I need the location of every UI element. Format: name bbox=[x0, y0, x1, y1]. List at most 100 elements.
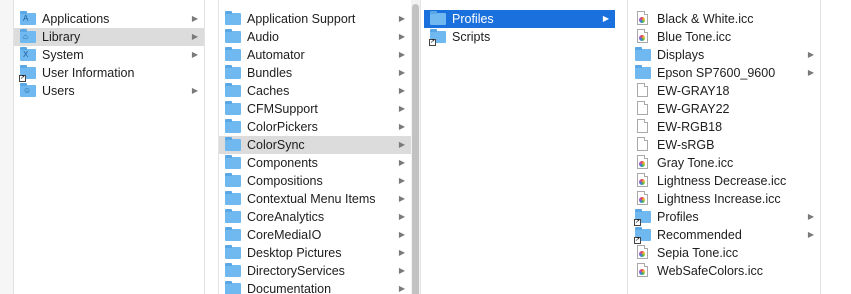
item-label: Sepia Tone.icc bbox=[657, 246, 739, 260]
library-scrollbar[interactable] bbox=[411, 0, 420, 294]
list-item-scripts[interactable]: ↗ Scripts bbox=[424, 28, 615, 46]
folder-icon bbox=[225, 209, 241, 224]
list-item-coremediaio[interactable]: CoreMediaIO ▶ bbox=[219, 226, 411, 244]
list-item-desktop-pictures[interactable]: Desktop Pictures ▶ bbox=[219, 244, 411, 262]
list-item-cfmsupport[interactable]: CFMSupport ▶ bbox=[219, 100, 411, 118]
item-label: Scripts bbox=[452, 30, 491, 44]
list-item-caches[interactable]: Caches ▶ bbox=[219, 82, 411, 100]
list-item-coreanalytics[interactable]: CoreAnalytics ▶ bbox=[219, 208, 411, 226]
folder-icon bbox=[225, 47, 241, 62]
list-item-ew-gray22[interactable]: EW-GRAY22 bbox=[629, 100, 820, 118]
list-item-contextual-menu-items[interactable]: Contextual Menu Items ▶ bbox=[219, 190, 411, 208]
column-divider[interactable] bbox=[627, 0, 628, 294]
list-item-lightness-increase-icc[interactable]: Lightness Increase.icc bbox=[629, 190, 820, 208]
column-library: Application Support ▶ Audio ▶ Automator ▶ Bund… bbox=[219, 0, 411, 294]
list-item-profiles[interactable]: Profiles ▶ bbox=[424, 10, 615, 28]
list-item-sepia-tone-icc[interactable]: Sepia Tone.icc bbox=[629, 244, 820, 262]
chevron-right-icon: ▶ bbox=[398, 68, 405, 77]
list-item-displays[interactable]: Displays ▶ bbox=[629, 46, 820, 64]
previous-column-edge bbox=[0, 0, 13, 294]
chevron-right-icon: ▶ bbox=[398, 50, 405, 59]
chevron-right-icon: ▶ bbox=[398, 230, 405, 239]
item-label: CoreMediaIO bbox=[247, 228, 322, 242]
chevron-right-icon: ▶ bbox=[398, 86, 405, 95]
list-item-bundles[interactable]: Bundles ▶ bbox=[219, 64, 411, 82]
column-root-list: A Applications ▶ ⌂ Library ▶ X System ▶ ↗ User Inf… bbox=[14, 10, 204, 100]
chevron-right-icon: ▶ bbox=[602, 14, 609, 23]
chevron-right-icon: ▶ bbox=[398, 32, 405, 41]
item-label: Lightness Increase.icc bbox=[657, 192, 781, 206]
item-label: Automator bbox=[247, 48, 305, 62]
chevron-right-icon: ▶ bbox=[191, 32, 198, 41]
document-icon bbox=[635, 119, 651, 134]
chevron-right-icon: ▶ bbox=[191, 86, 198, 95]
item-label: EW-sRGB bbox=[657, 138, 715, 152]
folder-icon bbox=[225, 281, 241, 294]
next-column-edge bbox=[821, 0, 851, 294]
list-item-applications[interactable]: A Applications ▶ bbox=[14, 10, 204, 28]
list-item-gray-tone-icc[interactable]: Gray Tone.icc bbox=[629, 154, 820, 172]
item-label: User Information bbox=[42, 66, 135, 80]
list-item-application-support[interactable]: Application Support ▶ bbox=[219, 10, 411, 28]
list-item-colorpickers[interactable]: ColorPickers ▶ bbox=[219, 118, 411, 136]
library-scrollbar-thumb[interactable] bbox=[412, 4, 419, 294]
document-icon bbox=[635, 101, 651, 116]
list-item-blue-tone-icc[interactable]: Blue Tone.icc bbox=[629, 28, 820, 46]
item-label: CoreAnalytics bbox=[247, 210, 325, 224]
chevron-right-icon: ▶ bbox=[398, 212, 405, 221]
list-item-system[interactable]: X System ▶ bbox=[14, 46, 204, 64]
icc-profile-icon bbox=[635, 11, 651, 26]
scripts-alias-folder-icon: ↗ bbox=[429, 29, 446, 46]
list-item-black-white-icc[interactable]: Black & White.icc bbox=[629, 10, 820, 28]
list-item-users[interactable]: ☺ Users ▶ bbox=[14, 82, 204, 100]
list-item-components[interactable]: Components ▶ bbox=[219, 154, 411, 172]
folder-icon bbox=[225, 263, 241, 278]
list-item-audio[interactable]: Audio ▶ bbox=[219, 28, 411, 46]
icc-profile-icon bbox=[635, 155, 651, 170]
column-profiles-list: Black & White.icc Blue Tone.icc Displays ▶ E… bbox=[629, 10, 820, 280]
user-information-alias-icon: ↗ bbox=[19, 65, 36, 82]
item-label: Application Support bbox=[247, 12, 356, 26]
item-label: Documentation bbox=[247, 282, 332, 294]
item-label: Components bbox=[247, 156, 318, 170]
document-icon bbox=[635, 83, 651, 98]
folder-icon bbox=[225, 173, 241, 188]
chevron-right-icon: ▶ bbox=[398, 248, 405, 257]
folder-icon bbox=[225, 191, 241, 206]
list-item-ew-rgb18[interactable]: EW-RGB18 bbox=[629, 118, 820, 136]
list-item-recommended[interactable]: ↗ Recommended ▶ bbox=[629, 226, 820, 244]
item-label: Gray Tone.icc bbox=[657, 156, 734, 170]
list-item-lightness-decrease-icc[interactable]: Lightness Decrease.icc bbox=[629, 172, 820, 190]
item-label: Desktop Pictures bbox=[247, 246, 342, 260]
folder-icon bbox=[635, 47, 651, 62]
chevron-right-icon: ▶ bbox=[191, 50, 198, 59]
column-divider[interactable] bbox=[420, 0, 421, 294]
list-item-compositions[interactable]: Compositions ▶ bbox=[219, 172, 411, 190]
list-item-ew-gray18[interactable]: EW-GRAY18 bbox=[629, 82, 820, 100]
folder-icon bbox=[225, 227, 241, 242]
item-label: Bundles bbox=[247, 66, 293, 80]
list-item-ew-srgb[interactable]: EW-sRGB bbox=[629, 136, 820, 154]
folder-icon bbox=[225, 155, 241, 170]
item-label: CFMSupport bbox=[247, 102, 318, 116]
list-item-profiles[interactable]: ↗ Profiles ▶ bbox=[629, 208, 820, 226]
list-item-documentation[interactable]: Documentation ▶ bbox=[219, 280, 411, 294]
list-item-library[interactable]: ⌂ Library ▶ bbox=[14, 28, 204, 46]
list-item-websafecolors-icc[interactable]: WebSafeColors.icc bbox=[629, 262, 820, 280]
list-item-automator[interactable]: Automator ▶ bbox=[219, 46, 411, 64]
item-label: Epson SP7600_9600 bbox=[657, 66, 776, 80]
applications-folder-icon: A bbox=[20, 11, 36, 26]
list-item-directoryservices[interactable]: DirectoryServices ▶ bbox=[219, 262, 411, 280]
list-item-colorsync[interactable]: ColorSync ▶ bbox=[219, 136, 411, 154]
folder-icon bbox=[225, 29, 241, 44]
column-root: A Applications ▶ ⌂ Library ▶ X System ▶ ↗ User Inf… bbox=[14, 0, 204, 294]
folder-icon bbox=[635, 65, 651, 80]
column-colorsync: Profiles ▶ ↗ Scripts bbox=[424, 0, 615, 294]
list-item-user-information[interactable]: ↗ User Information bbox=[14, 64, 204, 82]
folder-icon bbox=[225, 101, 241, 116]
finder-column-browser: A Applications ▶ ⌂ Library ▶ X System ▶ ↗ User Inf… bbox=[0, 0, 851, 294]
item-label: Blue Tone.icc bbox=[657, 30, 732, 44]
item-label: WebSafeColors.icc bbox=[657, 264, 764, 278]
item-label: Profiles bbox=[452, 12, 494, 26]
list-item-epson-sp7600-9600[interactable]: Epson SP7600_9600 ▶ bbox=[629, 64, 820, 82]
